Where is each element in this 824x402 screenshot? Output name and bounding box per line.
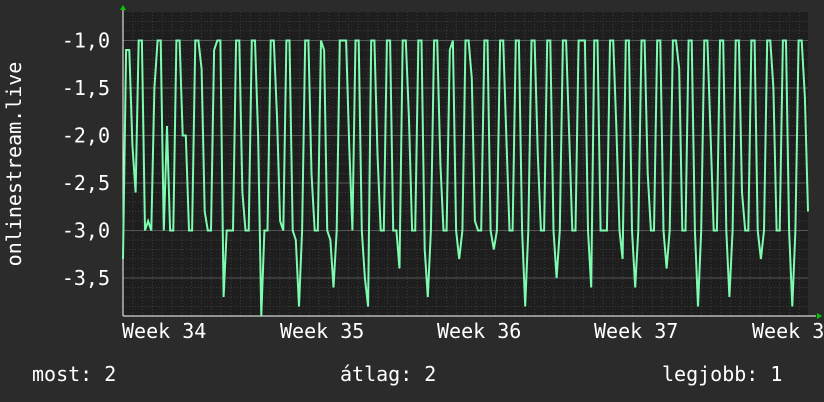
- y-tick-label: -1,0: [62, 29, 110, 53]
- x-tick-label: Week 35: [280, 319, 364, 343]
- y-tick-labels: -1,0 -1,5 -2,0 -2,5 -3,0 -3,5: [62, 29, 110, 291]
- y-tick-label: -1,5: [62, 76, 110, 100]
- line-chart: -1,0-1,5-2,0-2,5-3,0-3,5 Week 34 Week 35 W…: [2, 5, 824, 343]
- y-tick-label: -2,5: [62, 171, 110, 195]
- x-tick-labels: Week 34 Week 35 Week 36 Week 37 Week 3: [122, 319, 824, 343]
- x-tick-label: Week 36: [437, 319, 521, 343]
- y-axis-arrow: [120, 5, 126, 10]
- x-tick-label: Week 34: [122, 319, 206, 343]
- best-value-stat: legjobb: 1: [662, 362, 783, 386]
- y-tick-label: -2,0: [62, 124, 110, 148]
- x-tick-label: Week 37: [594, 319, 678, 343]
- y-tick-label: -3,0: [62, 219, 110, 243]
- y-tick-label: -3,5: [62, 266, 110, 290]
- x-tick-label: Week 3: [752, 319, 824, 343]
- current-value-stat: most: 2: [32, 362, 117, 386]
- y-axis-label: onlinestream.live: [2, 62, 26, 267]
- average-value-stat: átlag: 2: [340, 362, 437, 386]
